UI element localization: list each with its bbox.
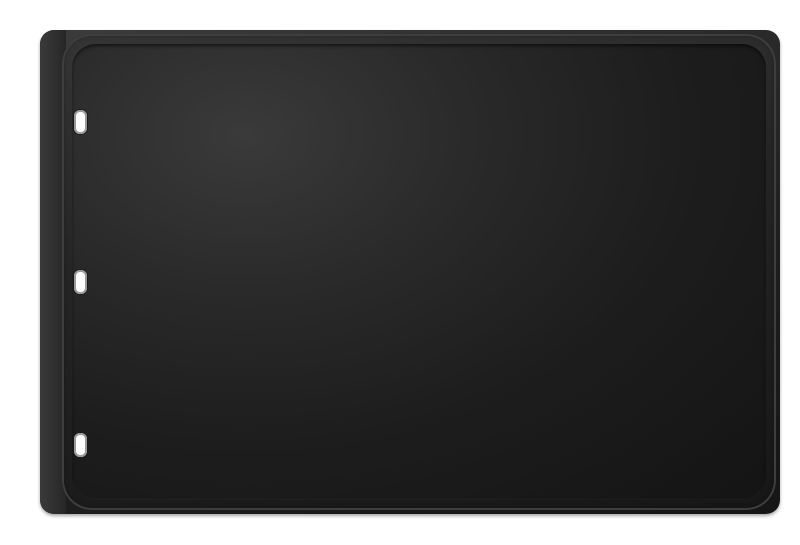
griddle-rim [62, 34, 776, 510]
mounting-slot-bottom [74, 433, 87, 457]
mounting-slot-middle [74, 270, 87, 294]
cooking-surface [72, 44, 766, 500]
griddle-plate [40, 30, 780, 514]
product-photo [0, 0, 800, 545]
mounting-slot-top [74, 110, 87, 134]
